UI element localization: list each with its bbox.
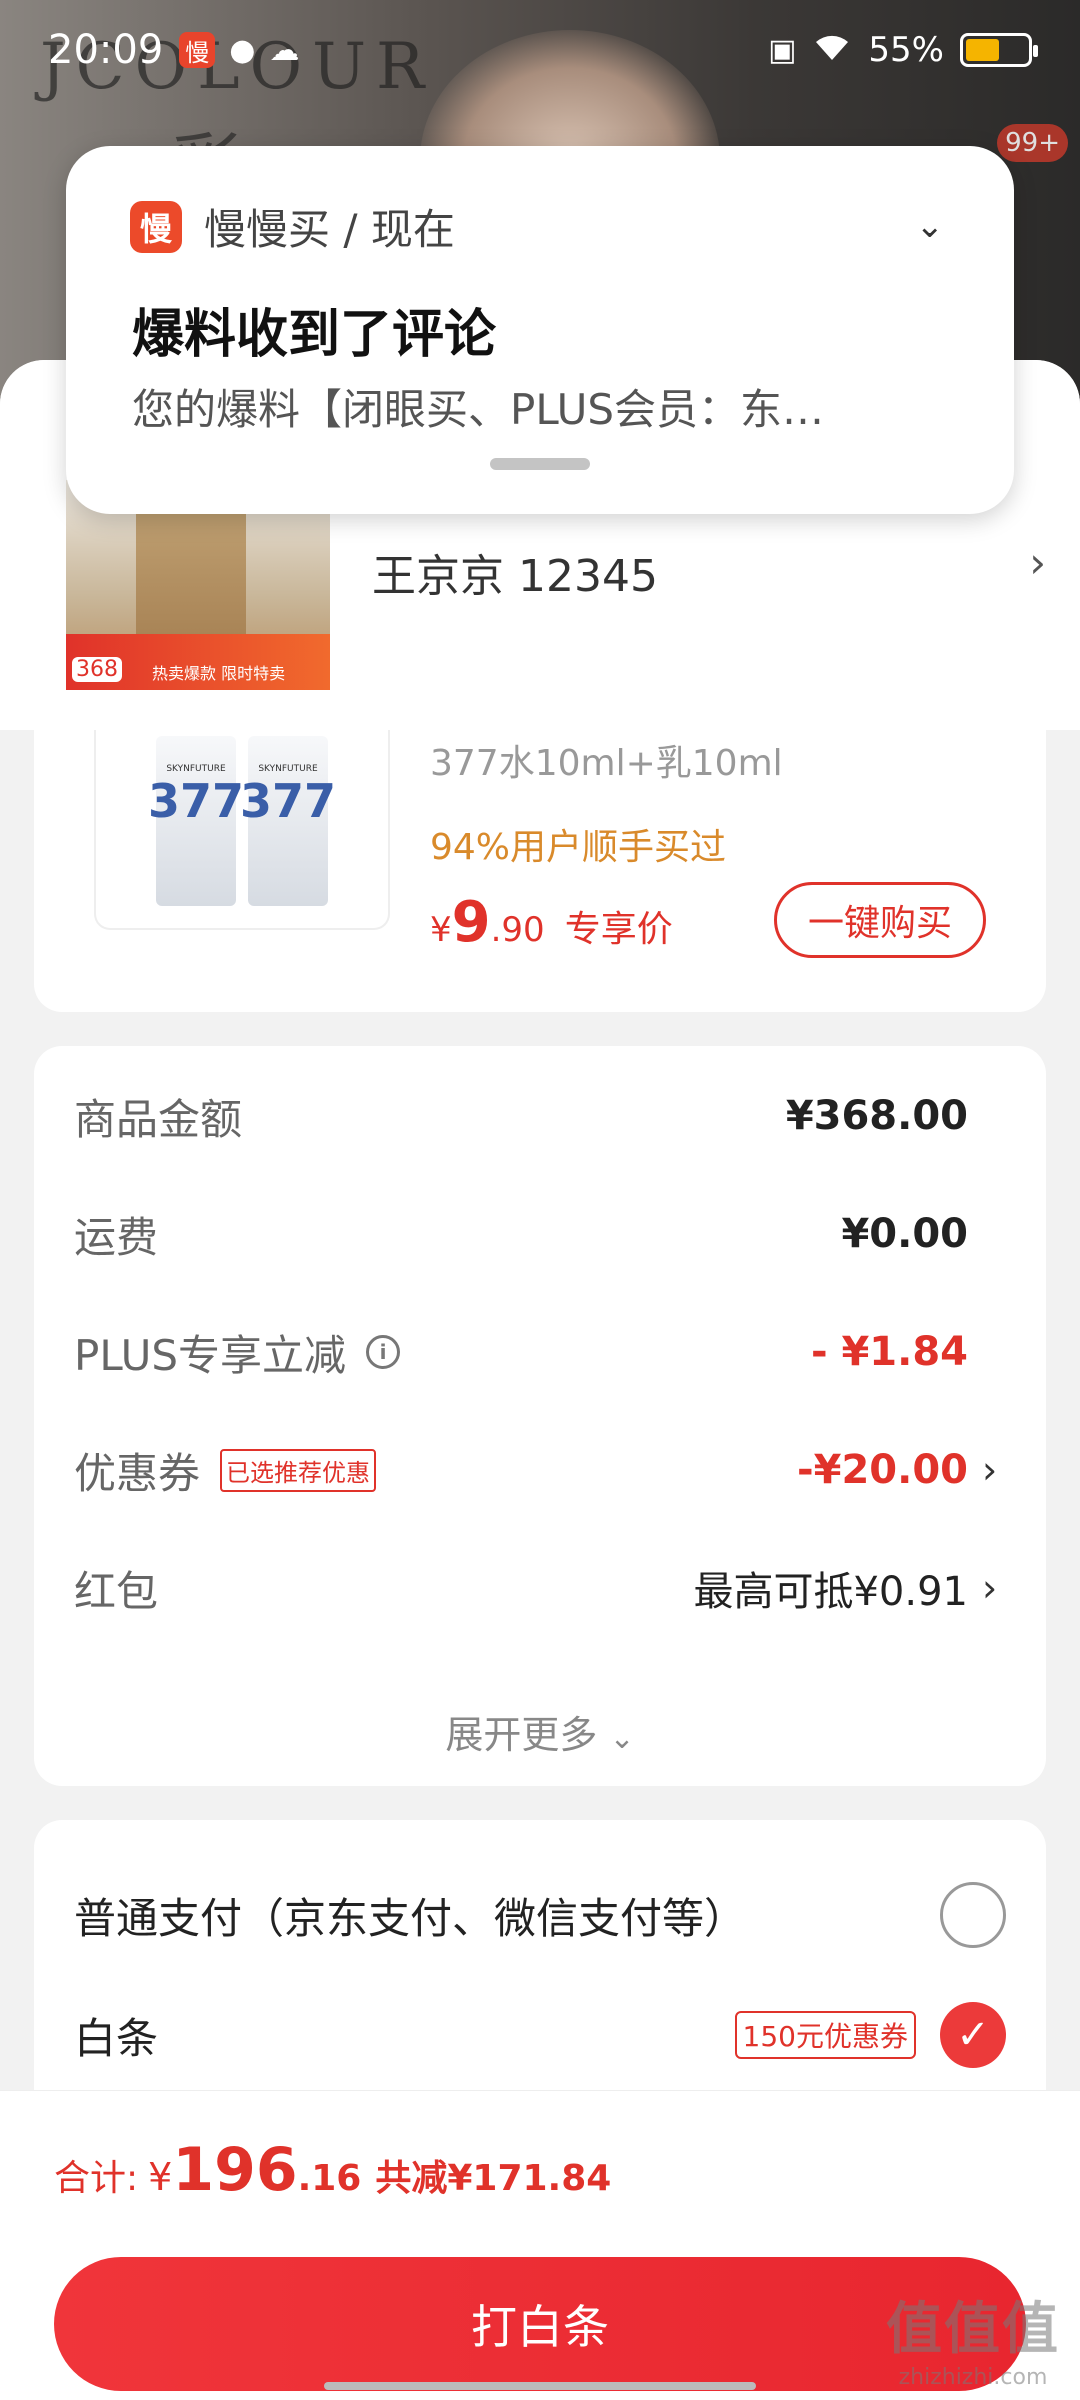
expand-more-label: 展开更多 (445, 1713, 598, 1757)
watermark-url: zhizhizhi.com (898, 2365, 1048, 2390)
price-summary-card: 商品金额 ¥368.00 运费 ¥0.00 PLUS专享立减 i - ¥1.84… (34, 1046, 1046, 1786)
red-packet-row[interactable]: 红包 最高可抵¥0.91 › (74, 1558, 1006, 1618)
bought-ratio: 94%用户顺手买过 (430, 827, 727, 868)
chevron-right-icon[interactable]: › (982, 1566, 1006, 1610)
expand-more-button[interactable]: 展开更多 ⌄ (34, 1704, 1046, 1759)
bottle-number: 377 (147, 774, 245, 828)
notification-drag-handle[interactable] (490, 458, 590, 470)
watermark-logo: 值值值 (886, 2297, 1060, 2362)
price-tag: 专享价 (564, 909, 673, 950)
goods-amount-label: 商品金额 (74, 1094, 243, 1144)
wifi-icon (812, 30, 852, 71)
site-watermark: 值值值 zhizhizhi.com (886, 2284, 1060, 2390)
plus-discount-label-group: PLUS专享立减 i (74, 1322, 401, 1383)
recipient-name-phone: 王京京 12345 (372, 551, 658, 602)
sim-icon: ▣ (768, 32, 797, 68)
chevron-down-icon: ⌄ (609, 1721, 635, 1756)
notification-body: 您的爆料【闭眼买、PLUS会员：东… (132, 385, 825, 434)
status-bar: 20:09 慢 ● ☁ ▣ 55% (0, 0, 1080, 100)
manmanmai-app-icon: 慢 (130, 200, 182, 253)
coupon-value: -¥20.00 (797, 1447, 968, 1493)
notification-header: 慢 慢慢买 / 现在 (130, 196, 455, 257)
chevron-right-icon[interactable]: › (1029, 538, 1046, 587)
plus-discount-row: PLUS专享立减 i - ¥1.84 (74, 1322, 1006, 1382)
exclusive-price: ¥ 9 .90 专享价 (430, 890, 673, 955)
chevron-right-icon[interactable]: › (982, 1448, 1006, 1492)
plus-discount-label: PLUS专享立减 (74, 1330, 347, 1380)
info-icon[interactable]: i (366, 1335, 401, 1369)
total-label: 合计: (54, 2158, 139, 2199)
battery-percent: 55% (868, 30, 944, 70)
notification-app-name: 慢慢买 / 现在 (204, 205, 455, 254)
one-click-buy-button[interactable]: 一键购买 (774, 882, 986, 958)
baitiao-label: 白条 (74, 2013, 159, 2063)
red-packet-value: 最高可抵¥0.91 (693, 1569, 968, 1615)
order-total: 合计: ¥ 196 .16 共减¥171.84 (54, 2135, 611, 2205)
push-notification[interactable]: 慢 慢慢买 / 现在 ⌄ 爆料收到了评论 您的爆料【闭眼买、PLUS会员：东… (66, 146, 1014, 514)
recommended-coupon-tag: 已选推荐优惠 (220, 1448, 377, 1492)
checkout-bar: 合计: ¥ 196 .16 共减¥171.84 打白条 值值值 zhizhizh… (0, 2090, 1080, 2400)
normal-payment-label: 普通支付（京东支付、微信支付等） (74, 1893, 747, 1943)
total-saved: 共减¥171.84 (375, 2158, 612, 2199)
price-decimal: .90 (490, 910, 545, 950)
ad-tag-text: 热卖爆款 限时特卖 (152, 664, 286, 683)
shipping-row: 运费 ¥0.00 (74, 1204, 1006, 1264)
total-integer: 196 (172, 2135, 298, 2205)
bottle-image: SKYNFUTURE 377 (148, 736, 244, 906)
goods-amount-value: ¥368.00 (785, 1093, 968, 1139)
product-image[interactable]: SKYNFUTURE 377 SKYNFUTURE 377 (94, 730, 390, 930)
bottle-image: SKYNFUTURE 377 (240, 736, 336, 906)
ad-price: 368 (72, 657, 122, 682)
coupon-label: 优惠券 (74, 1448, 201, 1498)
chevron-down-icon[interactable]: ⌄ (916, 206, 945, 246)
shipping-label: 运费 (74, 1212, 159, 1262)
total-decimal: .16 (297, 2158, 362, 2199)
red-packet-label: 红包 (74, 1566, 159, 1616)
status-right-group: ▣ 55% (768, 30, 1038, 71)
coupon-label-group: 优惠券 已选推荐优惠 (74, 1440, 377, 1501)
baitiao-radio-checked[interactable]: ✓ (940, 2002, 1006, 2068)
bottle-brand: SKYNFUTURE (166, 764, 226, 774)
baitiao-payment-option[interactable]: 白条 150元优惠券 ✓ (74, 2000, 1006, 2070)
product-spec: 377水10ml+乳10ml (430, 743, 783, 784)
baitiao-pay-button[interactable]: 打白条 (54, 2257, 1026, 2391)
shipping-value: ¥0.00 (841, 1211, 968, 1257)
coupon-row[interactable]: 优惠券 已选推荐优惠 -¥20.00 › (74, 1440, 1006, 1500)
goods-amount-row: 商品金额 ¥368.00 (74, 1086, 1006, 1146)
cart-count-badge: 99+ (997, 124, 1068, 162)
home-indicator[interactable] (324, 2382, 756, 2390)
manmanmai-app-icon: 慢 (179, 32, 216, 68)
qq-icon: ● (229, 32, 256, 68)
notification-title: 爆料收到了评论 (132, 305, 497, 365)
normal-payment-radio[interactable] (940, 1882, 1006, 1948)
bottle-number: 377 (239, 774, 337, 828)
price-integer: 9 (451, 890, 491, 955)
normal-payment-option[interactable]: 普通支付（京东支付、微信支付等） (74, 1880, 1006, 1950)
status-notification-icons: 慢 ● ☁ (179, 32, 299, 68)
cloud-icon: ☁ (269, 32, 300, 68)
battery-icon (960, 33, 1038, 67)
baitiao-coupon-tag: 150元优惠券 (734, 2011, 916, 2059)
plus-discount-value: - ¥1.84 (810, 1329, 968, 1375)
status-time: 20:09 (48, 27, 164, 73)
price-currency: ¥ (430, 910, 452, 950)
total-currency: ¥ (148, 2155, 173, 2199)
recommended-product-card: SKYNFUTURE 377 SKYNFUTURE 377 377水10ml+乳… (34, 730, 1046, 1012)
bottle-brand: SKYNFUTURE (258, 764, 318, 774)
